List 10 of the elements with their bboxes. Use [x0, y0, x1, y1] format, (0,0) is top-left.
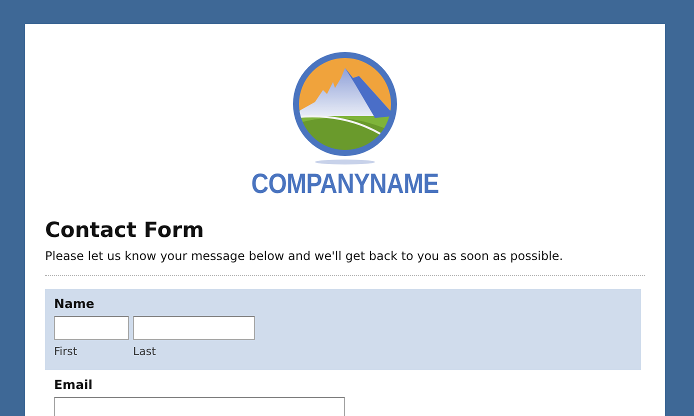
field-label: Email — [54, 376, 94, 394]
form-title: Contact Form — [45, 218, 205, 244]
form-description: Please let us know your message below and we'll get back to you as soon as possible. — [45, 248, 564, 266]
field-sublabel: Last — [133, 344, 157, 360]
first-name-field[interactable] — [54, 316, 129, 340]
last-name-field[interactable] — [133, 316, 255, 340]
field-label: Name — [54, 295, 96, 314]
field-sublabel: First — [54, 344, 78, 360]
email-field[interactable] — [54, 397, 345, 416]
company-name: COMPANYNAME — [251, 170, 439, 198]
